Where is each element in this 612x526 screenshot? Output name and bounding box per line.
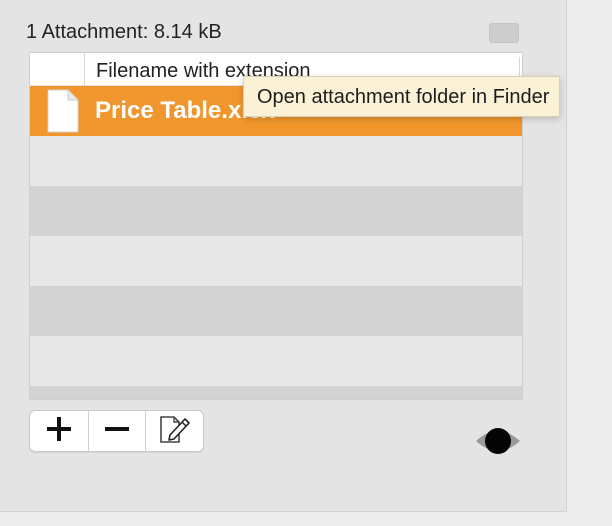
minus-icon: [104, 416, 130, 447]
window-background: [0, 512, 567, 526]
edit-document-icon: [158, 413, 192, 450]
document-icon: [45, 89, 81, 133]
empty-row: [30, 286, 522, 336]
tooltip: Open attachment folder in Finder: [243, 76, 561, 117]
attachment-toolbar: [29, 410, 204, 452]
icon-column-header[interactable]: [30, 53, 85, 85]
panel-toggle-button[interactable]: [489, 23, 519, 43]
empty-row: [30, 186, 522, 236]
attachment-summary: 1 Attachment: 8.14 kB: [26, 21, 222, 43]
remove-attachment-button[interactable]: [87, 411, 146, 451]
add-attachment-button[interactable]: [30, 411, 88, 451]
edit-attachment-button[interactable]: [145, 411, 203, 451]
plus-icon: [46, 416, 72, 447]
preview-toggle-button[interactable]: [474, 423, 522, 459]
eye-icon: [474, 428, 522, 463]
empty-row: [30, 236, 522, 286]
empty-row: [30, 136, 522, 186]
empty-row: [30, 386, 522, 399]
attachments-panel: 1 Attachment: 8.14 kB Filename with exte…: [0, 0, 567, 512]
empty-row: [30, 336, 522, 386]
window-background: [567, 0, 612, 526]
